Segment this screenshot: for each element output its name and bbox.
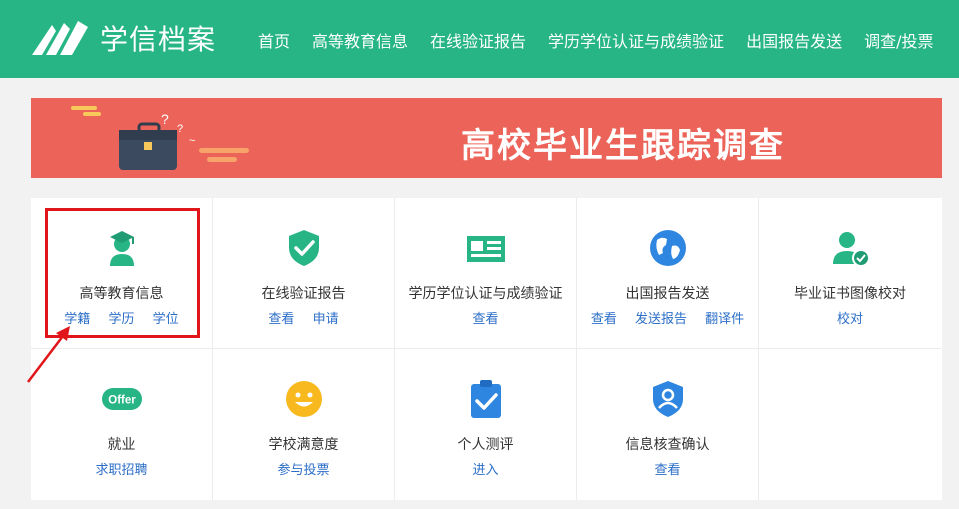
- smiley-icon: [284, 379, 324, 419]
- svg-text:~: ~: [189, 135, 195, 147]
- link-academic-record[interactable]: 学历: [108, 312, 134, 327]
- service-title: 出国报告发送: [625, 286, 710, 302]
- link-vote[interactable]: 参与投票: [277, 463, 329, 478]
- nav-home[interactable]: 首页: [258, 28, 290, 52]
- service-grid: 高等教育信息 学籍 学历 学位 在线验证报告 查看 申请 学历学位认证与成绩验证…: [31, 198, 942, 500]
- id-card-icon: [466, 228, 506, 268]
- service-personal-assessment[interactable]: 个人测评 进入: [395, 349, 577, 500]
- user-check-icon: [830, 228, 870, 268]
- service-title: 在线验证报告: [261, 286, 346, 302]
- service-title: 学校满意度: [268, 437, 339, 453]
- link-view[interactable]: 查看: [654, 463, 680, 478]
- service-title: 学历学位认证与成绩验证: [408, 286, 563, 302]
- offer-icon: Offer: [101, 379, 142, 419]
- service-degree-certification[interactable]: 学历学位认证与成绩验证 查看: [395, 198, 577, 349]
- nav-online-verification-report[interactable]: 在线验证报告: [430, 28, 526, 52]
- service-online-verification-report[interactable]: 在线验证报告 查看 申请: [213, 198, 395, 349]
- service-title: 就业: [107, 437, 136, 453]
- globe-icon: [648, 228, 688, 268]
- graduate-icon: [102, 228, 142, 268]
- logo-icon: [32, 21, 88, 55]
- link-translation[interactable]: 翻译件: [705, 312, 744, 327]
- link-send-report[interactable]: 发送报告: [635, 312, 687, 327]
- service-overseas-report-sending[interactable]: 出国报告发送 查看 发送报告 翻译件: [577, 198, 759, 349]
- shield-check-icon: [284, 228, 324, 268]
- link-view[interactable]: 查看: [472, 312, 498, 327]
- service-title: 毕业证书图像校对: [794, 286, 906, 302]
- clipboard-check-icon: [466, 379, 506, 419]
- svg-text:Offer: Offer: [108, 395, 136, 407]
- banner-title: 高校毕业生跟踪调查: [461, 126, 785, 166]
- service-employment[interactable]: Offer 就业 求职招聘: [31, 349, 213, 500]
- service-school-satisfaction[interactable]: 学校满意度 参与投票: [213, 349, 395, 500]
- link-check[interactable]: 校对: [837, 312, 863, 327]
- service-title: 信息核查确认: [625, 437, 710, 453]
- shield-user-icon: [648, 379, 688, 419]
- link-job-search[interactable]: 求职招聘: [95, 463, 147, 478]
- nav-survey-vote[interactable]: 调查/投票: [864, 28, 933, 52]
- nav-degree-certification[interactable]: 学历学位认证与成绩验证: [548, 28, 724, 52]
- main-nav: 首页 高等教育信息 在线验证报告 学历学位认证与成绩验证 出国报告发送 调查/投…: [258, 28, 933, 52]
- nav-overseas-report-sending[interactable]: 出国报告发送: [746, 28, 842, 52]
- link-view[interactable]: 查看: [591, 312, 617, 327]
- svg-text:?: ?: [161, 111, 169, 127]
- link-view[interactable]: 查看: [268, 312, 294, 327]
- survey-banner[interactable]: ? ? ~ 高校毕业生跟踪调查: [31, 98, 942, 178]
- service-title: 高等教育信息: [79, 286, 164, 302]
- service-higher-education-info[interactable]: 高等教育信息 学籍 学历 学位: [31, 198, 213, 349]
- service-info-verification[interactable]: 信息核查确认 查看: [577, 349, 759, 500]
- link-degree[interactable]: 学位: [153, 312, 179, 327]
- service-title: 个人测评: [457, 437, 514, 453]
- link-enter[interactable]: 进入: [472, 463, 498, 478]
- link-apply[interactable]: 申请: [313, 312, 339, 327]
- top-header: 学信档案 首页 高等教育信息 在线验证报告 学历学位认证与成绩验证 出国报告发送…: [0, 0, 959, 78]
- link-student-status[interactable]: 学籍: [64, 312, 90, 327]
- briefcase-illustration: ? ? ~: [71, 106, 249, 170]
- logo-text: 学信档案: [100, 23, 217, 56]
- nav-higher-education-info[interactable]: 高等教育信息: [312, 28, 408, 52]
- svg-text:?: ?: [177, 123, 183, 135]
- empty-cell: [759, 349, 941, 500]
- site-logo[interactable]: 学信档案: [30, 18, 216, 58]
- service-diploma-image-check[interactable]: 毕业证书图像校对 校对: [759, 198, 941, 349]
